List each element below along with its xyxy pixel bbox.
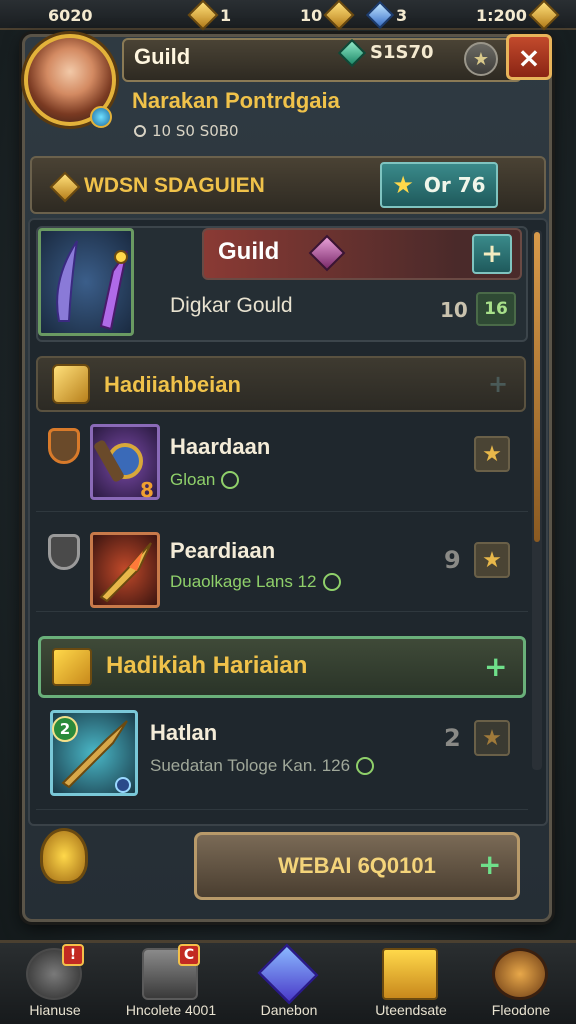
reward-star-button[interactable]: ★ [474, 436, 510, 472]
resource-energy-value: 1:200 [476, 5, 527, 25]
star-icon: ★ [482, 725, 502, 751]
nav-label: Fleodone [491, 1002, 551, 1018]
gift-icon [382, 948, 438, 1000]
nav-home[interactable]: ! Hianuse [0, 944, 110, 1024]
resource-chest[interactable]: 10 [300, 0, 355, 31]
daily-reward-subtitle: Suedatan Tologe Kan. 126 [150, 756, 375, 776]
level-badge: 2 [52, 716, 78, 742]
reward-star-button[interactable]: ★ [474, 542, 510, 578]
resource-bar: 6020 1 10 3 1:200 [0, 0, 576, 31]
rank-shield-icon [48, 428, 80, 464]
rank-shield-icon [48, 534, 80, 570]
chest-icon [323, 0, 355, 31]
resource-crystal-value: 3 [396, 5, 408, 25]
energy-chest-icon [528, 0, 560, 31]
clock-icon [221, 471, 240, 489]
daily-reward-name: Hatlan [150, 720, 218, 745]
avatar-badge-icon [90, 106, 112, 128]
guild-bar-title: Guild [218, 238, 280, 265]
reward-subtitle: Gloan [170, 470, 240, 490]
reward-subtitle-text: Duaolkage Lans 12 [170, 572, 317, 591]
clock-icon [322, 573, 341, 591]
claim-plus-icon: + [478, 848, 502, 881]
nav-label: Uteendsate [375, 1002, 447, 1018]
currency-value: S1S70 [370, 42, 434, 63]
resource-coins: 6020 [48, 3, 93, 27]
pouch-icon [492, 948, 548, 1000]
resource-gold[interactable]: 1 [187, 0, 232, 31]
alert-badge: C [178, 944, 200, 966]
resource-crystal[interactable]: 3 [365, 0, 408, 30]
daily-section-plus-icon[interactable]: + [484, 650, 507, 683]
banner-button-label: Or 76 [423, 173, 486, 197]
reward-subtitle: Duaolkage Lans 12 [170, 572, 341, 592]
guild-subline-text: 10 S0 S0B0 [152, 122, 239, 140]
crystal-icon [365, 0, 395, 30]
nav-hero[interactable]: C Hncolete 4001 [116, 944, 226, 1024]
clock-icon [356, 757, 375, 775]
reward-corner-count: 8 [140, 478, 154, 502]
reward-name: Peardiaan [170, 538, 276, 563]
spear-icon [90, 532, 160, 608]
weapon-image [38, 228, 134, 336]
gold-gem-icon [187, 0, 219, 31]
reward-shield-icon [52, 364, 90, 404]
daily-section-title: Hadikiah Hariaian [106, 652, 308, 679]
reward-name: Haardaan [170, 434, 271, 459]
star-icon: ★ [472, 48, 490, 70]
daily-reward-subtitle-text: Suedatan Tologe Kan. 126 [150, 756, 351, 775]
emerald-gem-icon [337, 38, 367, 67]
plus-icon: + [481, 239, 503, 269]
banner-label: WDSN SDAGUIEN [84, 174, 265, 197]
star-icon: ★ [482, 441, 502, 467]
alert-badge: ! [62, 944, 84, 966]
guild-add-button[interactable]: + [472, 234, 512, 274]
reward-count: 9 [444, 546, 461, 574]
star-icon: ★ [482, 547, 502, 573]
reward-section-plus-icon[interactable]: + [488, 370, 508, 398]
banner-action-button[interactable]: ★ Or 76 [380, 162, 498, 208]
reward-section-title: Hadiiahbeian [104, 372, 241, 397]
gift-box-icon [52, 648, 92, 686]
reward-subtitle-text: Gloan [170, 470, 216, 489]
guild-name: Digkar Gould [170, 294, 293, 317]
nav-label: Danebon [260, 1002, 318, 1018]
crossed-weapons-icon [56, 240, 128, 331]
nav-more[interactable]: Fleodone [466, 944, 576, 1024]
resource-energy[interactable]: 1:200 [476, 0, 560, 31]
guild-count: 10 [440, 298, 468, 322]
nav-label: Hianuse [29, 1002, 81, 1018]
star-icon: ★ [392, 171, 414, 199]
guild-subline: 10 S0 S0B0 [134, 122, 239, 140]
guild-emblem-icon [40, 828, 88, 884]
close-button[interactable]: × [506, 34, 552, 80]
guild-badge-value: 16 [484, 299, 508, 319]
resource-chest-value: 10 [300, 5, 323, 25]
section-banner: WDSN SDAGUIEN ★ Or 76 [30, 156, 546, 214]
guild-subtitle: Narakan Pontrdgaia [132, 88, 340, 113]
favorite-star-button[interactable]: ★ [464, 42, 498, 76]
panel-header: Guild S1S70 ★ × Narakan Pontrdgaia 10 S0… [22, 34, 552, 144]
daily-star-button[interactable]: ★ [474, 720, 510, 756]
scrollbar-thumb[interactable] [534, 232, 540, 542]
guild-level-badge: 16 [476, 292, 516, 326]
claim-button-label: WEBAI 6Q0101 [278, 853, 436, 878]
ring-icon [134, 125, 146, 137]
banner-gem-icon [49, 171, 81, 203]
daily-reward-count: 2 [444, 724, 461, 752]
nav-shop[interactable]: Uteendsate [356, 944, 466, 1024]
claim-button[interactable]: WEBAI 6Q0101 [194, 832, 520, 900]
panel-title: Guild [134, 44, 191, 69]
gem-icon [257, 943, 319, 1005]
resource-coins-value: 6020 [48, 5, 93, 25]
resource-gold-value: 1 [220, 5, 232, 25]
nav-label: Hncolete 4001 [125, 1002, 217, 1018]
close-icon: × [517, 40, 541, 74]
nav-gems[interactable]: Danebon [234, 943, 344, 1024]
currency-readout: S1S70 [337, 38, 434, 67]
